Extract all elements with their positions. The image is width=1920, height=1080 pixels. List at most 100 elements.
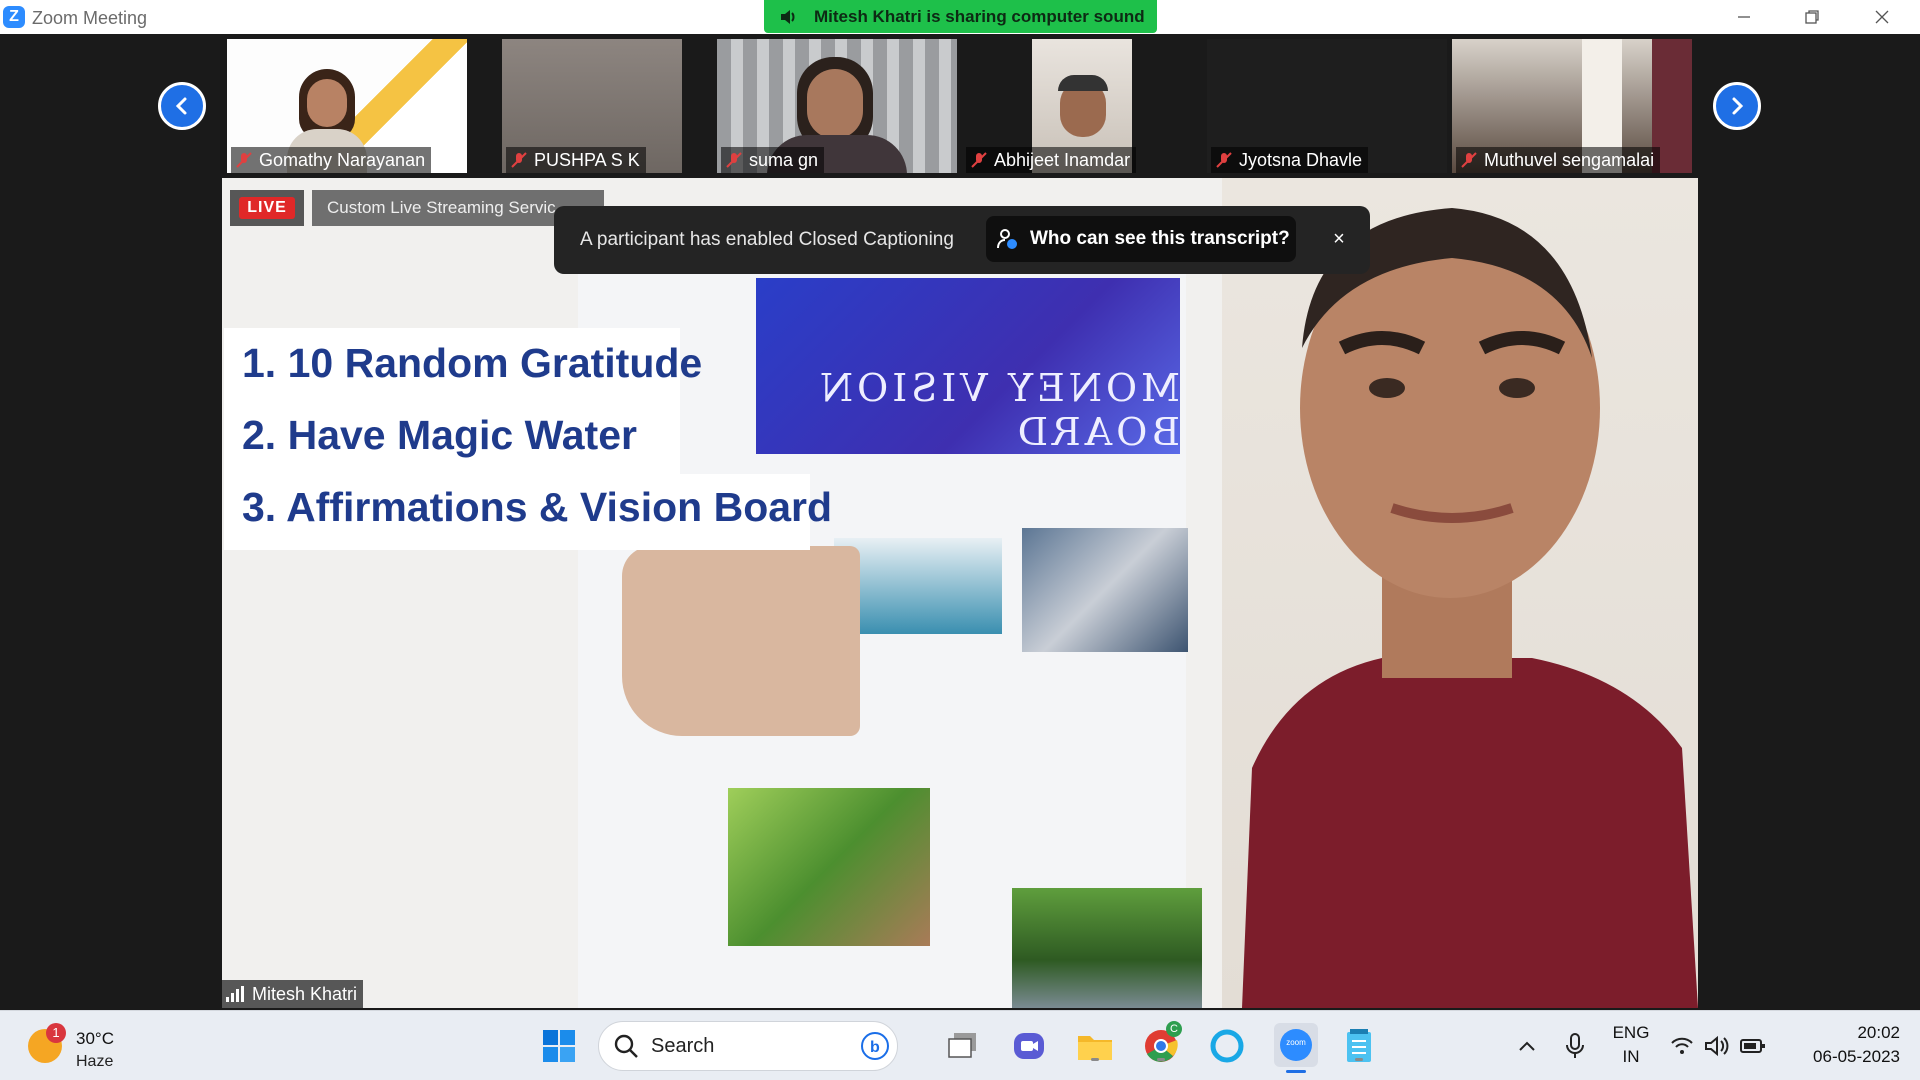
participant-tile[interactable]: Muthuvel sengamalai: [1452, 39, 1692, 173]
windows-icon: [543, 1030, 575, 1062]
transcript-visibility-label: Who can see this transcript?: [1030, 228, 1290, 249]
participant-tile[interactable]: Abhijeet Inamdar: [962, 39, 1202, 173]
input-language[interactable]: ENG IN: [1606, 1023, 1656, 1067]
closed-captioning-notice: A participant has enabled Closed Caption…: [554, 206, 1370, 274]
close-notice-button[interactable]: ×: [1328, 228, 1350, 250]
overlay-item: 2. Have Magic Water: [242, 412, 637, 458]
chrome-button[interactable]: C: [1142, 1021, 1182, 1065]
participant-name-tag: Abhijeet Inamdar: [966, 147, 1137, 173]
cortana-button[interactable]: [1208, 1027, 1246, 1065]
mic-muted-icon: [511, 152, 527, 168]
speaker-name-tag: Mitesh Khatri: [222, 980, 364, 1008]
weather-widget[interactable]: 1 30°C Haze: [28, 1023, 148, 1071]
active-indicator: [1286, 1070, 1306, 1073]
mic-muted-icon: [1461, 152, 1477, 168]
transcript-visibility-button[interactable]: Who can see this transcript?: [986, 216, 1296, 262]
speaker-icon: [781, 9, 795, 24]
participant-tile[interactable]: suma gn: [717, 39, 957, 173]
cc-notice-text: A participant has enabled Closed Caption…: [580, 229, 954, 250]
restore-button[interactable]: [1792, 4, 1832, 30]
mic-muted-icon: [236, 152, 252, 168]
presenter: [1242, 208, 1698, 1008]
minimize-button[interactable]: [1724, 4, 1764, 30]
presenter-hand: [622, 546, 860, 736]
task-view-button[interactable]: [944, 1027, 982, 1065]
live-badge[interactable]: LIVE: [230, 190, 304, 226]
zoom-app-label: zoom: [1286, 1038, 1306, 1047]
start-button[interactable]: [540, 1027, 578, 1065]
wifi-icon: [1671, 1037, 1693, 1054]
notepad-button[interactable]: [1340, 1027, 1378, 1065]
poster-image: [1022, 528, 1188, 652]
participant-tile[interactable]: Gomathy Narayanan: [227, 39, 467, 173]
zoom-logo-icon: Z: [3, 6, 25, 28]
participant-name-tag: Jyotsna Dhavle: [1211, 147, 1369, 173]
sharing-banner-text: Mitesh Khatri is sharing computer sound: [814, 6, 1145, 26]
taskbar-search[interactable]: Search b: [598, 1021, 898, 1071]
battery-icon: [1740, 1039, 1765, 1053]
chevron-left-icon: [175, 97, 187, 115]
poster-image: [1012, 888, 1202, 1008]
participant-strip: Gomathy Narayanan PUSHPA S K suma gn Abh…: [0, 34, 1920, 176]
svg-text:b: b: [870, 1039, 880, 1056]
title-bar: Z Zoom Meeting Mitesh Khatri is sharing …: [0, 0, 1920, 34]
poster-image: [728, 788, 930, 946]
video-chat-icon: [1014, 1033, 1044, 1059]
overlay-item: 3. Affirmations & Vision Board: [242, 484, 833, 530]
chrome-profile-badge: C: [1166, 1021, 1182, 1037]
participant-tile[interactable]: PUSHPA S K: [502, 39, 682, 173]
weather-temperature: 30°C: [76, 1029, 114, 1048]
mic-muted-icon: [726, 152, 742, 168]
close-window-button[interactable]: [1862, 4, 1902, 30]
bing-icon: b: [861, 1032, 889, 1060]
teams-chat-button[interactable]: [1010, 1027, 1048, 1065]
volume-icon: [1705, 1035, 1729, 1057]
restore-icon: [1805, 10, 1819, 24]
cortana-icon: [1210, 1029, 1244, 1063]
microphone-button[interactable]: [1556, 1027, 1594, 1065]
speaker-name: Mitesh Khatri: [252, 983, 358, 1004]
windows-taskbar: 1 30°C Haze Search b C zoom ENG IN 20:02…: [0, 1010, 1920, 1080]
participant-name-tag: Muthuvel sengamalai: [1456, 147, 1661, 173]
active-speaker-video[interactable]: MONEY VISION BOARD LIVE Custom Live Stre…: [222, 178, 1698, 1008]
participant-name: suma gn: [749, 149, 819, 170]
participant-name: Muthuvel sengamalai: [1484, 149, 1655, 170]
clock-time: 20:02: [1857, 1023, 1900, 1042]
participant-name: PUSHPA S K: [534, 149, 640, 170]
show-hidden-icons-button[interactable]: [1508, 1027, 1546, 1065]
slide-overlay: 1. 10 Random Gratitude 2. Have Magic Wat…: [224, 328, 832, 550]
chevron-up-icon: [1519, 1041, 1535, 1051]
running-indicator: [1091, 1058, 1099, 1061]
clock[interactable]: 20:02 06-05-2023: [1790, 1023, 1900, 1067]
live-label: LIVE: [239, 197, 295, 219]
zoom-app-button[interactable]: zoom: [1274, 1023, 1318, 1073]
participant-name-tag: suma gn: [721, 147, 825, 173]
chevron-right-icon: [1732, 97, 1744, 115]
participant-tile[interactable]: Jyotsna Dhavle: [1207, 39, 1447, 173]
next-page-button[interactable]: [1713, 82, 1761, 130]
close-icon: [1875, 10, 1889, 24]
mic-muted-icon: [971, 152, 987, 168]
poster-title: MONEY VISION BOARD: [815, 366, 1180, 454]
participant-name: Abhijeet Inamdar: [994, 149, 1131, 170]
notification-badge: 1: [46, 1023, 66, 1043]
stream-service-label: Custom Live Streaming Servic: [327, 198, 556, 217]
running-indicator: [1157, 1058, 1165, 1061]
quick-settings-button[interactable]: [1668, 1027, 1768, 1065]
mic-muted-icon: [1216, 152, 1232, 168]
region-code: IN: [1622, 1047, 1640, 1066]
signal-strength-icon: [226, 986, 244, 1002]
search-label: Search: [651, 1034, 715, 1057]
file-explorer-button[interactable]: [1076, 1027, 1114, 1065]
participant-name-tag: PUSHPA S K: [506, 147, 646, 173]
overlay-item: 1. 10 Random Gratitude: [242, 340, 703, 386]
participant-name: Gomathy Narayanan: [259, 149, 426, 170]
poster-title-card: MONEY VISION BOARD: [756, 278, 1180, 454]
previous-page-button[interactable]: [158, 82, 206, 130]
window-title: Zoom Meeting: [32, 8, 148, 28]
sharing-banner[interactable]: Mitesh Khatri is sharing computer sound: [764, 0, 1157, 33]
participant-name: Jyotsna Dhavle: [1239, 149, 1363, 170]
clock-date: 06-05-2023: [1813, 1047, 1900, 1066]
running-indicator: [1355, 1058, 1363, 1061]
search-icon: [614, 1034, 638, 1058]
